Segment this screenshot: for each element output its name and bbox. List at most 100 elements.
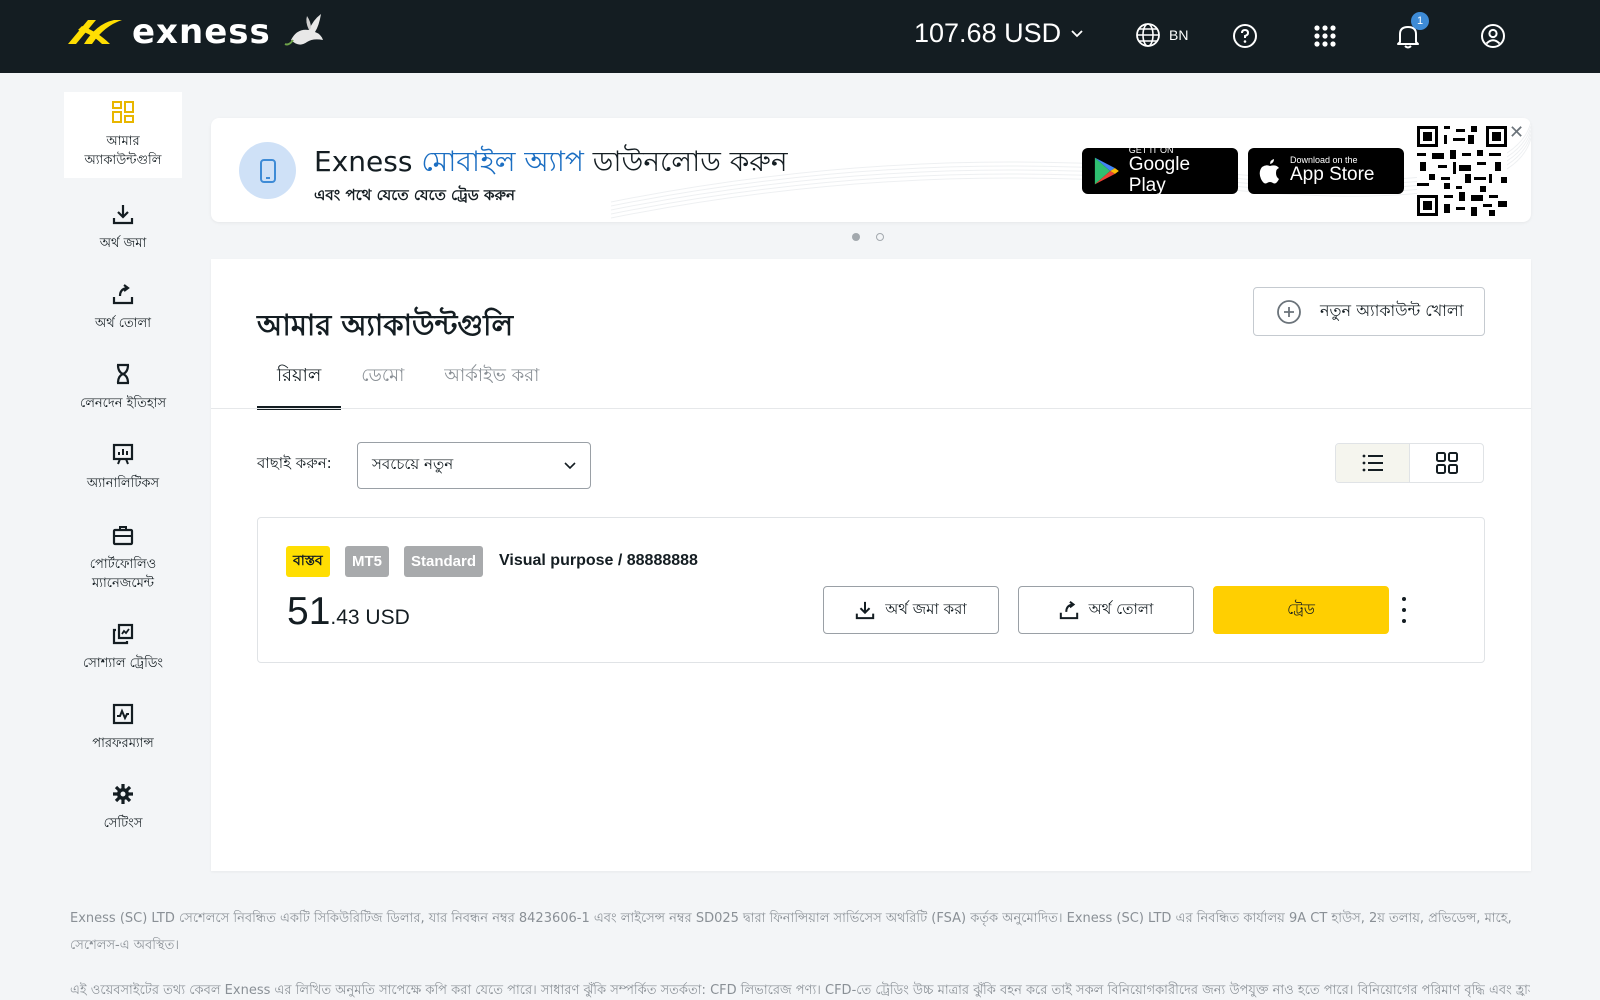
sidebar-item-label: পোর্টফোলিও ম্যানেজমেন্ট [89, 556, 157, 592]
accounts-card: আমার অ্যাকাউন্টগুলি নতুন অ্যাকাউন্ট খোলা… [211, 259, 1531, 871]
google-play-button[interactable]: GET IT ON Google Play [1082, 145, 1238, 196]
withdraw-label: অর্থ তোলা [1088, 599, 1154, 618]
banner-carousel-dots [852, 233, 884, 241]
account-status-badge: বাস্তব [286, 546, 330, 577]
dove-icon [284, 14, 323, 46]
sidebar-item-label: পারফরম্যান্স [92, 736, 154, 752]
user-avatar-icon [1481, 24, 1505, 48]
sidebar-item-portfolio-management[interactable]: পোর্টফোলিও ম্যানেজমেন্ট [64, 508, 182, 608]
phone-icon-circle [239, 142, 296, 199]
sidebar-item-label: অর্থ তোলা [94, 316, 152, 332]
banner-title-prefix: Exness [314, 145, 422, 178]
account-type-badge: Standard [404, 546, 484, 577]
sidebar-item-social-trading[interactable]: সোশ্যাল ট্রেডিং [64, 608, 182, 688]
top-bar: exness 107.68 USD BN 1 [0, 0, 1600, 73]
phone-icon [259, 158, 276, 183]
sidebar: আমার অ্যাকাউন্টগুলি অর্থ জমা অর্থ তোলা ল… [64, 92, 182, 848]
gear-icon [111, 782, 135, 806]
sidebar-item-performance[interactable]: পারফরম্যান্স [64, 688, 182, 768]
tab-real[interactable]: রিয়াল [257, 351, 342, 410]
trade-label: ট্রেড [1287, 599, 1315, 618]
exness-logo-mark-icon [68, 20, 122, 44]
globe-icon [1136, 23, 1160, 47]
sidebar-item-label: সোশ্যাল ট্রেডিং [82, 656, 164, 672]
tab-archived[interactable]: আর্কাইভ করা [424, 351, 559, 410]
app-store-big: App Store [1290, 164, 1375, 186]
banner-close-button[interactable]: ✕ [1509, 122, 1524, 143]
account-balance-fraction: .43 USD [330, 606, 410, 629]
new-account-label: নতুন অ্যাকাউন্ট খোলা [1320, 301, 1464, 320]
account-balance-integer: 51 [287, 590, 331, 633]
language-selector[interactable]: BN [1135, 22, 1188, 48]
carousel-dot[interactable] [876, 233, 884, 241]
trade-button[interactable]: ট্রেড [1213, 586, 1389, 634]
sidebar-item-label: লেনদেন ইতিহাস [79, 396, 167, 412]
sidebar-item-label: অ্যানালিটিকস [86, 476, 160, 492]
sidebar-item-deposit[interactable]: অর্থ জমা [64, 188, 182, 268]
banner-title-accent[interactable]: মোবাইল অ্যাপ [421, 145, 584, 178]
grid-icon [1435, 452, 1458, 474]
sort-value: সবচেয়ে নতুন [372, 455, 454, 473]
language-code: BN [1169, 27, 1189, 43]
plus-circle-icon [1277, 299, 1301, 324]
page-title: আমার অ্যাকাউন্টগুলি [257, 308, 514, 342]
new-account-button[interactable]: নতুন অ্যাকাউন্ট খোলা [1253, 287, 1485, 336]
apps-grid-icon [1314, 25, 1336, 47]
account-tabs: রিয়াল ডেমো আর্কাইভ করা [257, 351, 559, 410]
exness-logo[interactable]: exness [64, 10, 327, 54]
tab-demo[interactable]: ডেমো [341, 351, 424, 410]
sidebar-item-label: সেটিংস [103, 816, 143, 832]
sidebar-item-withdraw[interactable]: অর্থ তোলা [64, 268, 182, 348]
google-play-icon [1094, 157, 1119, 185]
deposit-button[interactable]: অর্থ জমা করা [823, 586, 999, 634]
download-icon [856, 601, 875, 620]
withdraw-button[interactable]: অর্থ তোলা [1018, 586, 1194, 634]
banner-title: Exness মোবাইল অ্যাপ ডাউনলোড করুন [314, 140, 788, 187]
qr-code-icon [1417, 126, 1507, 216]
more-options-button[interactable] [1398, 594, 1410, 626]
list-icon [1362, 454, 1383, 472]
app-store-button[interactable]: Download on the App Store [1248, 148, 1404, 194]
help-icon [1233, 24, 1257, 48]
more-dot [1402, 607, 1406, 612]
account-row[interactable]: বাস্তব MT5 Standard Visual purpose / 888… [257, 517, 1485, 663]
briefcase-icon [111, 523, 135, 547]
hourglass-icon [111, 362, 135, 386]
view-toggle [1335, 443, 1484, 483]
sidebar-item-analytics[interactable]: অ্যানালিটিকস [64, 428, 182, 508]
chevron-down-icon [1071, 29, 1083, 37]
download-icon [111, 202, 135, 226]
more-dot [1402, 597, 1406, 602]
more-dot [1402, 618, 1406, 623]
balance-dropdown[interactable]: 107.68 USD [914, 18, 1083, 49]
copy-trading-icon [111, 622, 135, 646]
performance-chart-icon [111, 702, 135, 726]
carousel-dot-active[interactable] [852, 233, 860, 241]
withdraw-icon [1059, 601, 1078, 620]
account-name: Visual purpose / 88888888 [499, 552, 698, 569]
sidebar-item-settings[interactable]: সেটিংস [64, 768, 182, 848]
notification-badge: 1 [1411, 12, 1429, 30]
sort-label: বাছাই করুন: [257, 454, 332, 472]
google-play-big: Google Play [1128, 153, 1191, 196]
list-view-button[interactable] [1336, 444, 1410, 482]
sidebar-item-label: অর্থ জমা [99, 236, 147, 252]
grid-view-button[interactable] [1410, 444, 1483, 482]
grid-accounts-icon [111, 100, 135, 124]
balance-value: 107.68 USD [914, 18, 1062, 48]
footer-registration-text: Exness (SC) LTD সেশেলসে নিবন্ধিত একটি সি… [70, 911, 1512, 953]
help-button[interactable] [1229, 20, 1261, 52]
legal-footer: Exness (SC) LTD সেশেলসে নিবন্ধিত একটি সি… [70, 905, 1530, 1000]
sort-select[interactable]: সবচেয়ে নতুন [357, 442, 591, 489]
banner-subtitle: এবং পথে যেতে যেতে ট্রেড করুন [314, 186, 515, 204]
analytics-board-icon [111, 442, 135, 466]
chevron-down-icon [564, 461, 576, 469]
sidebar-item-transaction-history[interactable]: লেনদেন ইতিহাস [64, 348, 182, 428]
mobile-app-banner: Exness মোবাইল অ্যাপ ডাউনলোড করুন এবং পথে… [211, 118, 1531, 222]
deposit-label: অর্থ জমা করা [885, 599, 967, 618]
apps-button[interactable] [1309, 20, 1341, 52]
profile-button[interactable] [1477, 20, 1509, 52]
sidebar-item-my-accounts[interactable]: আমার অ্যাকাউন্টগুলি [64, 92, 182, 178]
logo-text: exness [132, 12, 271, 52]
platform-badge: MT5 [345, 546, 389, 577]
